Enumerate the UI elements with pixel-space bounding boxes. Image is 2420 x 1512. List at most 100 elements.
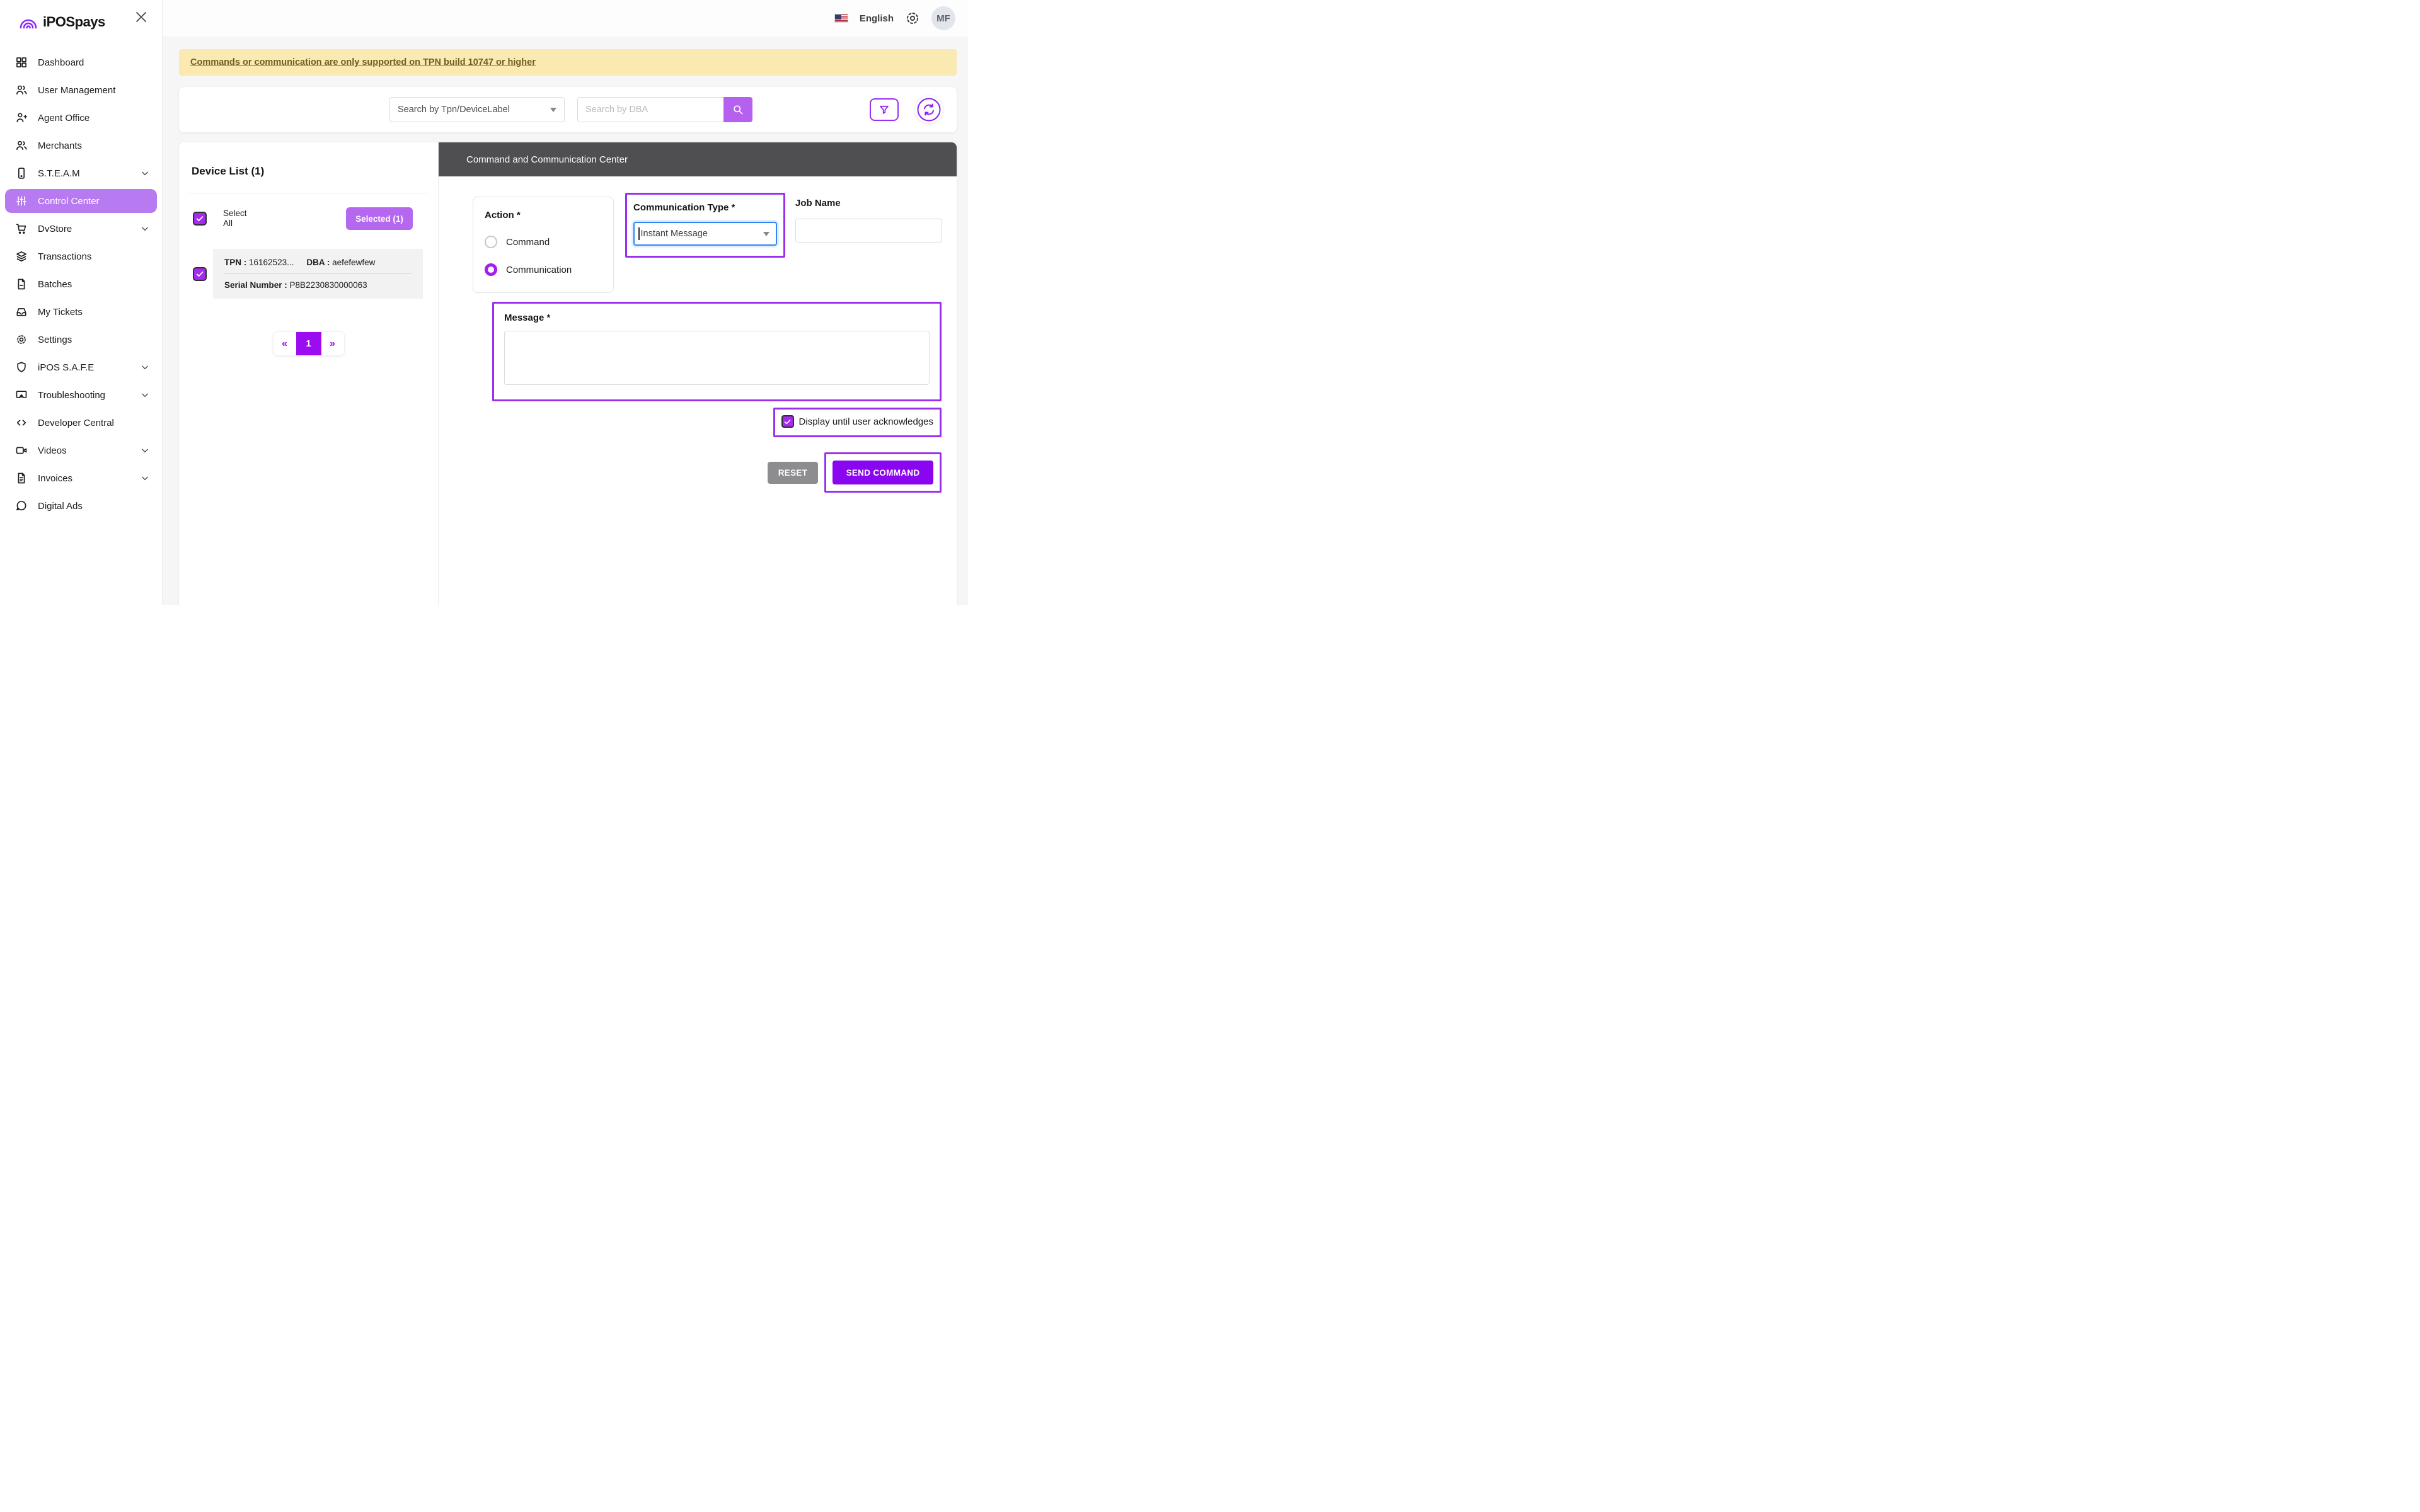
users-icon bbox=[15, 84, 28, 96]
message-group: Message * bbox=[492, 302, 942, 401]
sidebar-item-merchants[interactable]: Merchants bbox=[5, 134, 157, 158]
reset-button[interactable]: RESET bbox=[768, 462, 818, 484]
topbar: English MF bbox=[163, 0, 968, 37]
sidebar-item-developer-central[interactable]: Developer Central bbox=[5, 411, 157, 435]
search-toolbar: Search by Tpn/DeviceLabel bbox=[179, 87, 957, 132]
communication-type-select[interactable]: Instant Message bbox=[633, 222, 777, 246]
text-cursor bbox=[638, 227, 640, 240]
layers-icon bbox=[15, 250, 28, 263]
sidebar-nav: Dashboard User Management Agent Office bbox=[0, 50, 162, 518]
sidebar-item-user-management[interactable]: User Management bbox=[5, 78, 157, 102]
sidebar-item-ipos-safe[interactable]: iPOS S.A.F.E bbox=[5, 355, 157, 379]
caret-down-icon bbox=[763, 232, 769, 236]
chevron-down-icon bbox=[141, 391, 149, 399]
acknowledge-checkbox[interactable] bbox=[781, 415, 794, 428]
job-name-input[interactable] bbox=[795, 219, 942, 243]
close-icon[interactable] bbox=[134, 10, 148, 24]
sidebar-item-videos[interactable]: Videos bbox=[5, 438, 157, 462]
sidebar: iPOSpays Dashboard User Management bbox=[0, 0, 163, 605]
invoice-document-icon bbox=[15, 472, 28, 484]
sliders-icon bbox=[15, 195, 28, 207]
sidebar-item-batches[interactable]: Batches bbox=[5, 272, 157, 296]
sidebar-item-invoices[interactable]: Invoices bbox=[5, 466, 157, 490]
device-serial: Serial Number : P8B2230830000063 bbox=[224, 280, 412, 290]
select-all-row: Select All Selected (1) bbox=[193, 207, 413, 230]
search-type-dropdown[interactable]: Search by Tpn/DeviceLabel bbox=[389, 97, 565, 122]
sidebar-item-digital-ads[interactable]: Digital Ads bbox=[5, 494, 157, 518]
sidebar-item-control-center[interactable]: Control Center bbox=[5, 189, 157, 213]
gear-icon bbox=[15, 333, 28, 346]
chevron-down-icon bbox=[141, 169, 149, 178]
content-card: Device List (1) Select All Selected (1) bbox=[179, 142, 957, 605]
select-all-checkbox[interactable] bbox=[193, 212, 207, 226]
users-icon bbox=[15, 139, 28, 152]
sidebar-item-my-tickets[interactable]: My Tickets bbox=[5, 300, 157, 324]
communication-type-group: Communication Type * Instant Message bbox=[625, 193, 785, 258]
job-name-group: Job Name bbox=[795, 198, 942, 243]
refresh-sync-icon bbox=[916, 97, 942, 122]
avatar[interactable]: MF bbox=[931, 6, 955, 30]
device-tpn: TPN : 16162523... bbox=[224, 258, 294, 267]
file-minus-icon bbox=[15, 278, 28, 290]
action-group: Action * Command Communication bbox=[473, 197, 614, 293]
language-selector[interactable]: English bbox=[860, 13, 894, 24]
search-dba-input[interactable] bbox=[577, 97, 723, 122]
dashboard-icon bbox=[15, 56, 28, 69]
main-area: English MF Commands or communication are… bbox=[163, 0, 968, 605]
chevron-down-icon bbox=[141, 474, 149, 483]
selected-count-button[interactable]: Selected (1) bbox=[346, 207, 413, 230]
communication-type-label: Communication Type * bbox=[633, 202, 777, 213]
sidebar-item-dvstore[interactable]: DvStore bbox=[5, 217, 157, 241]
pagination: « 1 » bbox=[273, 331, 345, 356]
pagination-page-1[interactable]: 1 bbox=[296, 332, 321, 355]
caret-down-icon bbox=[550, 108, 556, 112]
rainbow-logo-icon bbox=[19, 15, 38, 29]
send-command-highlight: SEND COMMAND bbox=[824, 452, 942, 493]
funnel-icon bbox=[879, 104, 890, 115]
acknowledge-label: Display until user acknowledges bbox=[799, 416, 933, 427]
device-card[interactable]: TPN : 16162523... DBA : aefefewfew Seria… bbox=[213, 249, 423, 299]
sidebar-item-steam[interactable]: S.T.E.A.M bbox=[5, 161, 157, 185]
chevron-down-icon bbox=[141, 446, 149, 455]
pagination-prev-button[interactable]: « bbox=[274, 332, 296, 355]
pagination-next-button[interactable]: » bbox=[321, 332, 344, 355]
device-list-panel: Device List (1) Select All Selected (1) bbox=[179, 142, 439, 605]
chevron-down-icon bbox=[141, 363, 149, 372]
sidebar-item-troubleshooting[interactable]: Troubleshooting bbox=[5, 383, 157, 407]
select-all-label: Select All bbox=[223, 209, 247, 228]
job-name-label: Job Name bbox=[795, 198, 942, 209]
message-textarea[interactable] bbox=[504, 331, 930, 385]
banner-link[interactable]: Commands or communication are only suppo… bbox=[190, 57, 536, 67]
video-camera-icon bbox=[15, 444, 28, 457]
command-center-header: Command and Communication Center bbox=[439, 142, 957, 176]
sidebar-item-settings[interactable]: Settings bbox=[5, 328, 157, 352]
warning-banner: Commands or communication are only suppo… bbox=[179, 49, 957, 76]
device-list-title: Device List (1) bbox=[192, 165, 438, 178]
screen-share-icon bbox=[15, 389, 28, 401]
cart-icon bbox=[15, 222, 28, 235]
radio-circle-icon bbox=[485, 236, 497, 248]
search-button[interactable] bbox=[723, 97, 752, 122]
search-icon bbox=[732, 103, 744, 116]
radio-communication[interactable]: Communication bbox=[485, 263, 602, 276]
filter-button[interactable] bbox=[870, 98, 899, 121]
brand-name: iPOSpays bbox=[43, 14, 105, 30]
chevron-down-icon bbox=[141, 224, 149, 233]
refresh-button[interactable] bbox=[915, 96, 943, 123]
shield-icon bbox=[15, 361, 28, 374]
us-flag-icon bbox=[834, 14, 848, 23]
divider bbox=[224, 273, 412, 274]
message-label: Message * bbox=[504, 312, 930, 323]
command-center-title: Command and Communication Center bbox=[466, 154, 628, 165]
sidebar-item-dashboard[interactable]: Dashboard bbox=[5, 50, 157, 74]
code-icon bbox=[15, 416, 28, 429]
sidebar-item-transactions[interactable]: Transactions bbox=[5, 244, 157, 268]
sidebar-item-agent-office[interactable]: Agent Office bbox=[5, 106, 157, 130]
radio-command[interactable]: Command bbox=[485, 236, 602, 248]
device-row: TPN : 16162523... DBA : aefefewfew Seria… bbox=[193, 249, 423, 299]
gear-icon[interactable] bbox=[905, 11, 920, 26]
device-checkbox[interactable] bbox=[193, 267, 207, 281]
inbox-icon bbox=[15, 306, 28, 318]
send-command-button[interactable]: SEND COMMAND bbox=[833, 461, 933, 484]
command-center-panel: Command and Communication Center Action … bbox=[439, 142, 957, 605]
